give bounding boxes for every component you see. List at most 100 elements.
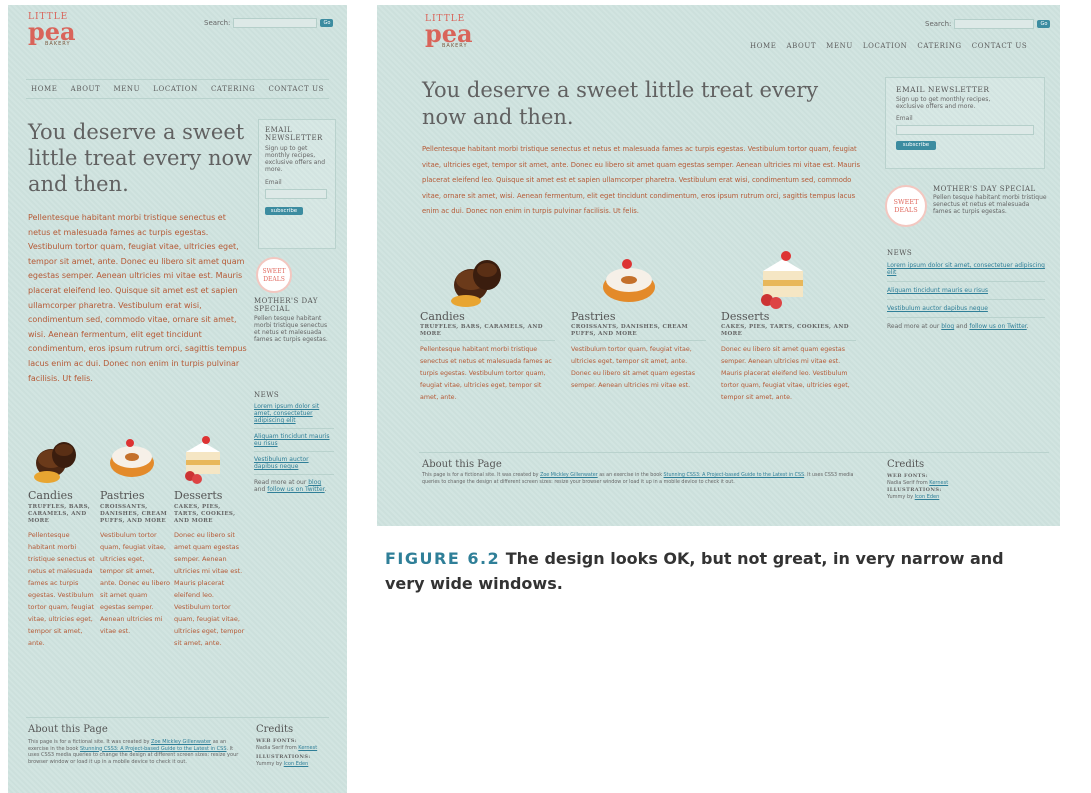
credits-ill-prefix: Yummy by: [887, 493, 914, 500]
search-label: Search:: [925, 20, 952, 28]
special-block: MOTHER'S DAY SPECIAL Pellen tesque habit…: [933, 185, 1048, 215]
nav-contact[interactable]: CONTACT US: [967, 42, 1033, 50]
treat-subtitle: CROISSANTS, DANISHES, CREAM PUFFS, AND M…: [571, 324, 706, 341]
book-link[interactable]: Stunning CSS3: A Project-based Guide to …: [80, 746, 227, 752]
blog-link[interactable]: blog: [308, 479, 321, 486]
pastries-icon: [110, 439, 154, 477]
treat-subtitle: CROISSANTS, DANISHES, CREAM PUFFS, AND M…: [100, 504, 168, 524]
treat-candies: Candies TRUFFLES, BARS, CARAMELS, AND MO…: [28, 489, 96, 649]
figure-label: FIGURE 6.2: [385, 549, 501, 568]
treat-text: Donec eu libero sit amet quam egestas se…: [174, 531, 245, 647]
news-block: NEWS Lorem ipsum dolor sit amet, consect…: [254, 391, 334, 493]
news-title: NEWS: [887, 249, 913, 257]
wide-window-screenshot: LITTLE pea BAKERY Search: Go HOME ABOUT …: [377, 5, 1060, 526]
email-input[interactable]: [265, 189, 327, 199]
search-button[interactable]: Go: [320, 19, 334, 27]
nav-home[interactable]: HOME: [745, 42, 782, 50]
newsletter-box: EMAIL NEWSLETTER Sign up to get monthly …: [885, 77, 1045, 169]
nav-catering[interactable]: CATERING: [912, 42, 966, 50]
treat-title: Desserts: [721, 310, 770, 323]
about-title: About this Page: [422, 459, 502, 470]
search-bar: Search: Go: [925, 19, 1051, 29]
narrow-window-screenshot: LITTLE pea BAKERY Search: Go HOME ABOUT …: [8, 5, 347, 793]
sweet-deals-badge[interactable]: SWEET DEALS: [256, 257, 292, 293]
search-button[interactable]: Go: [1037, 20, 1051, 28]
logo-bakery: BAKERY: [442, 43, 468, 49]
kernest-link[interactable]: Kernest: [298, 745, 317, 751]
candies-icon: [34, 442, 76, 483]
sweet-deals-badge[interactable]: SWEET DEALS: [885, 185, 927, 227]
kernest-link[interactable]: Kernest: [929, 480, 948, 486]
credits-text: WEB FONTS: Nadia Serif from Kernest ILLU…: [256, 738, 336, 768]
credits-text: WEB FONTS: Nadia Serif from Kernest ILLU…: [887, 473, 1027, 500]
twitter-link[interactable]: follow us on Twitter: [267, 486, 324, 493]
treat-text: Donec eu libero sit amet quam egestas se…: [721, 346, 850, 401]
twitter-link[interactable]: follow us on Twitter: [969, 323, 1026, 330]
read-more-text: Read more at our blog and follow us on T…: [887, 323, 1045, 330]
search-bar: Search: Go: [204, 18, 334, 28]
news-link-1[interactable]: Lorem ipsum dolor sit amet, consectetuer…: [254, 403, 319, 424]
author-link[interactable]: Zoe Mickley Gillenwater: [151, 739, 211, 745]
page-headline: You deserve a sweet little treat every n…: [422, 78, 819, 129]
about-text: This page is for a fictional site. It wa…: [28, 739, 246, 765]
special-text: Pellen tesque habitant morbi tristique s…: [254, 315, 328, 343]
nav-catering[interactable]: CATERING: [206, 85, 260, 93]
about-text: This page is for a fictional site. It wa…: [422, 473, 867, 486]
treat-title: Pastries: [571, 310, 616, 323]
blog-link[interactable]: blog: [941, 323, 954, 330]
treat-subtitle: TRUFFLES, BARS, CARAMELS, AND MORE: [28, 504, 91, 524]
badge-line1: SWEET: [893, 198, 919, 206]
about-t1: This page is for a fictional site. It wa…: [422, 473, 539, 478]
site-logo[interactable]: LITTLE pea BAKERY: [425, 15, 473, 50]
credits-fonts-label: WEB FONTS:: [256, 738, 298, 744]
read-more-period: .: [1026, 323, 1029, 330]
newsletter-box: EMAIL NEWSLETTER Sign up to get monthly …: [258, 119, 336, 249]
pastries-icon: [603, 259, 655, 302]
desserts-icon: [185, 436, 220, 484]
treat-text: Pellentesque habitant morbi tristique se…: [420, 346, 552, 401]
search-input[interactable]: [954, 19, 1035, 29]
main-nav: HOME ABOUT MENU LOCATION CATERING CONTAC…: [745, 42, 1032, 50]
author-link[interactable]: Zoe Mickley Gillenwater: [540, 473, 598, 478]
book-link[interactable]: Stunning CSS3: A Project-based Guide to …: [664, 473, 805, 478]
treat-desserts: Desserts CAKES, PIES, TARTS, COOKIES, AN…: [721, 310, 856, 404]
news-link-3[interactable]: Vestibulum auctor dapibus neque: [254, 456, 309, 470]
nav-location[interactable]: LOCATION: [858, 42, 913, 50]
newsletter-text: Sign up to get monthly recipes, exclusiv…: [265, 145, 326, 173]
candies-icon: [451, 260, 501, 307]
news-link-3[interactable]: Vestibulum auctor dapibus neque: [887, 305, 988, 312]
nav-contact[interactable]: CONTACT US: [263, 85, 329, 93]
newsletter-text: Sign up to get monthly recipes, exclusiv…: [896, 96, 991, 110]
news-link-1[interactable]: Lorem ipsum dolor sit amet, consectetuer…: [887, 262, 1045, 276]
nav-home[interactable]: HOME: [26, 85, 63, 93]
email-label: Email: [896, 115, 913, 122]
subscribe-button[interactable]: subscribe: [896, 141, 936, 150]
nav-about[interactable]: ABOUT: [66, 85, 106, 93]
nav-menu[interactable]: MENU: [821, 42, 858, 50]
search-input[interactable]: [233, 18, 318, 28]
site-logo[interactable]: LITTLE pea BAKERY: [28, 13, 76, 48]
newsletter-title: EMAIL NEWSLETTER: [896, 85, 990, 94]
email-input[interactable]: [896, 125, 1034, 135]
intro-text: Pellentesque habitant morbi tristique se…: [422, 145, 860, 215]
search-label: Search:: [204, 19, 231, 27]
nav-menu[interactable]: MENU: [108, 85, 145, 93]
news-link-2[interactable]: Aliquam tincidunt mauris eu risus: [887, 287, 988, 294]
nav-location[interactable]: LOCATION: [148, 85, 203, 93]
footer-divider: [26, 717, 329, 718]
credits-fonts-prefix: Nadia Serif from: [887, 479, 928, 486]
treat-candies: Candies TRUFFLES, BARS, CARAMELS, AND MO…: [420, 310, 555, 404]
main-nav: HOME ABOUT MENU LOCATION CATERING CONTAC…: [26, 79, 329, 99]
icon-eden-link[interactable]: Icon Eden: [915, 494, 940, 500]
about-t1: This page is for a fictional site. It wa…: [28, 739, 150, 745]
nav-about[interactable]: ABOUT: [782, 42, 822, 50]
icon-eden-link[interactable]: Icon Eden: [284, 761, 309, 767]
news-link-2[interactable]: Aliquam tincidunt mauris eu risus: [254, 433, 330, 447]
read-more-prefix: Read more at our: [254, 479, 307, 486]
newsletter-title: EMAIL NEWSLETTER: [265, 126, 323, 142]
subscribe-button[interactable]: subscribe: [265, 207, 303, 215]
special-title: MOTHER'S DAY SPECIAL: [254, 297, 319, 313]
logo-bakery: BAKERY: [45, 41, 71, 47]
special-block: MOTHER'S DAY SPECIAL Pellen tesque habit…: [254, 297, 334, 343]
treat-text: Vestibulum tortor quam, feugiat vitae, u…: [571, 346, 696, 389]
